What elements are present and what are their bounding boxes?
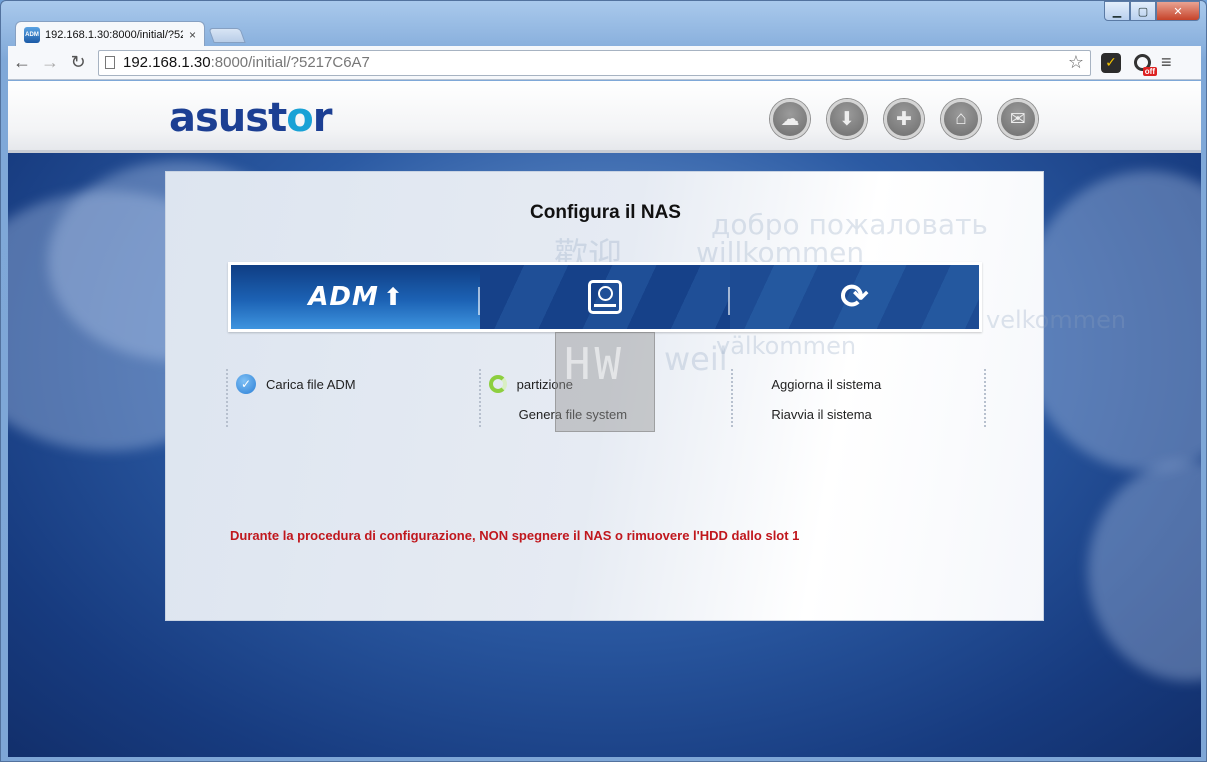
cloud-decoration bbox=[1088, 461, 1201, 681]
step-column-adm: ✓ Carica file ADM bbox=[226, 369, 479, 427]
url-host: 192.168.1.30 bbox=[123, 54, 211, 71]
step-column-system: Aggiorna il sistema Riavvia il sistema bbox=[731, 369, 987, 429]
tab-close-icon[interactable]: × bbox=[189, 28, 196, 42]
setup-panel: добро пожаловать 歡迎 willkommen velkommen… bbox=[165, 171, 1126, 621]
mail-icon[interactable]: ✉ bbox=[998, 99, 1038, 139]
task-label: Carica file ADM bbox=[266, 376, 356, 392]
lifebuoy-icon[interactable]: ✚ bbox=[884, 99, 924, 139]
watermark-text: velkommen bbox=[986, 306, 1127, 334]
maximize-button[interactable]: ▢ bbox=[1130, 1, 1156, 21]
window-controls: ▁ ▢ ✕ bbox=[1104, 1, 1200, 21]
overlay-watermark-text: HW bbox=[564, 339, 625, 390]
page-viewport: asustor ☁ ⬇ ✚ ⌂ ✉ добро пожаловать 歡迎 wi… bbox=[8, 81, 1201, 757]
forward-button[interactable]: → bbox=[36, 49, 64, 77]
setup-steps-bar: ADM ⬆ ⟳ bbox=[228, 262, 982, 332]
new-tab-button[interactable] bbox=[208, 28, 246, 43]
close-window-button[interactable]: ✕ bbox=[1156, 1, 1200, 21]
spinner-icon bbox=[488, 375, 507, 393]
back-button[interactable]: ← bbox=[8, 49, 36, 77]
browser-window: ▁ ▢ ✕ ADM 192.168.1.30:8000/initial/?521… bbox=[0, 0, 1207, 762]
overlay-watermark-box: HW bbox=[555, 332, 655, 432]
task-label: Riavvia il sistema bbox=[771, 406, 872, 422]
warning-message: Durante la procedura di configurazione, … bbox=[230, 528, 800, 543]
check-icon: ✓ bbox=[236, 374, 256, 394]
extension-check-icon[interactable]: ✓ bbox=[1101, 52, 1121, 73]
task-label: Aggiorna il sistema bbox=[771, 376, 882, 392]
refresh-icon: ⟳ bbox=[840, 278, 869, 316]
adm-label: ADM bbox=[308, 282, 379, 312]
task-item: Aggiorna il sistema bbox=[741, 369, 984, 399]
off-badge: off bbox=[1142, 66, 1157, 76]
page-title: Configura il NAS bbox=[530, 202, 681, 223]
app-header: asustor ☁ ⬇ ✚ ⌂ ✉ bbox=[8, 81, 1201, 153]
page-icon bbox=[105, 56, 115, 69]
tab-title: 192.168.1.30:8000/initial/?5217C6A7 bbox=[45, 28, 183, 41]
browser-tab[interactable]: ADM 192.168.1.30:8000/initial/?5217C6A7 … bbox=[15, 21, 205, 47]
watermark-text: välkommen bbox=[716, 332, 857, 360]
asustor-logo: asustor bbox=[169, 95, 332, 141]
extension-power-icon[interactable]: off bbox=[1129, 50, 1157, 76]
upload-arrow-icon: ⬆ bbox=[382, 283, 403, 311]
asustor-favicon-icon: ADM bbox=[24, 26, 40, 43]
address-bar[interactable]: 192.168.1.30 :8000/initial/?5217C6A7 ☆ bbox=[98, 49, 1091, 76]
bank-icon[interactable]: ⌂ bbox=[941, 99, 981, 139]
url-path: :8000/initial/?5217C6A7 bbox=[210, 54, 370, 71]
minimize-button[interactable]: ▁ bbox=[1104, 1, 1130, 21]
step-adm-upload: ADM ⬆ bbox=[231, 265, 481, 329]
step-disk-setup bbox=[480, 265, 730, 329]
browser-menu-icon[interactable]: ≡ bbox=[1161, 52, 1172, 73]
task-item: ✓ Carica file ADM bbox=[236, 369, 479, 399]
browser-toolbar: ← → ↻ 192.168.1.30 :8000/initial/?5217C6… bbox=[8, 46, 1201, 80]
step-system-update: ⟳ bbox=[729, 265, 979, 329]
chat-icon[interactable]: ☁ bbox=[770, 99, 810, 139]
reload-button[interactable]: ↻ bbox=[64, 49, 92, 77]
download-icon[interactable]: ⬇ bbox=[827, 99, 867, 139]
bookmark-star-icon[interactable]: ☆ bbox=[1068, 52, 1084, 73]
hard-disk-icon bbox=[587, 280, 622, 314]
task-item: Riavvia il sistema bbox=[741, 399, 984, 429]
header-icons: ☁ ⬇ ✚ ⌂ ✉ bbox=[770, 99, 1055, 139]
